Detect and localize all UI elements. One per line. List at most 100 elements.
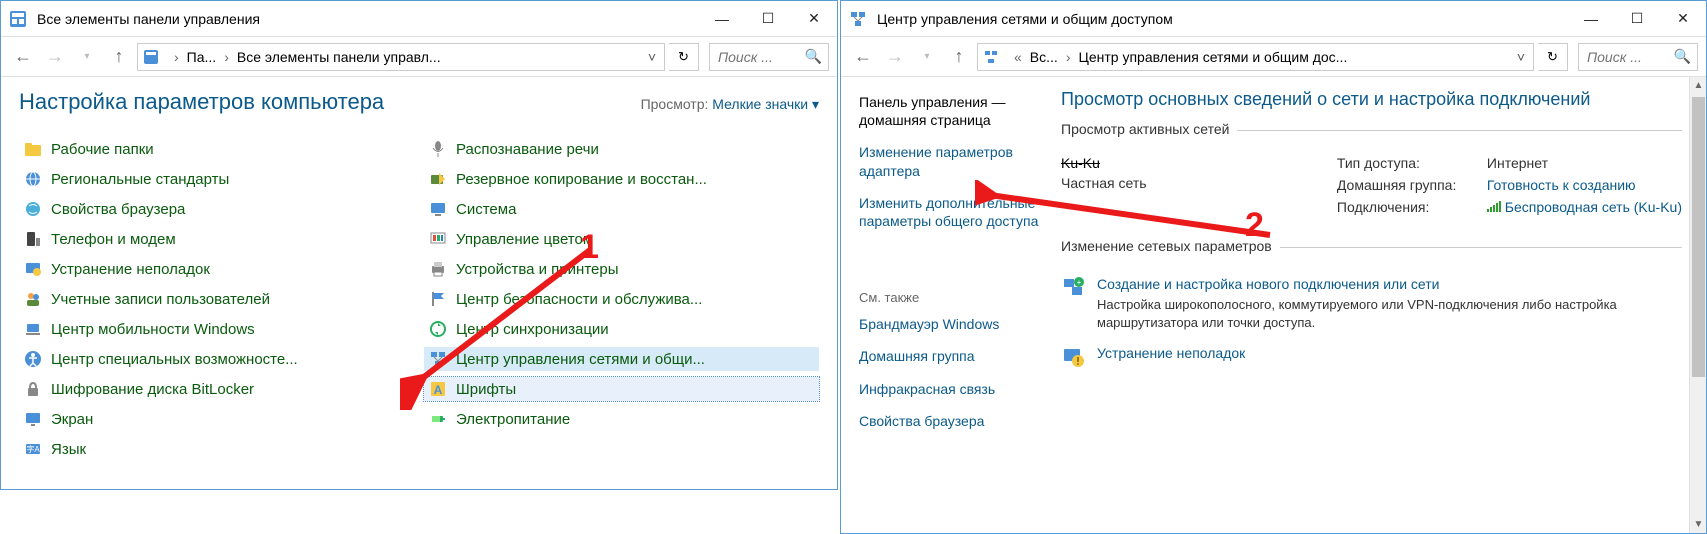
task-title: Создание и настройка нового подключения …	[1097, 276, 1682, 292]
access-type-value: Интернет	[1487, 155, 1548, 171]
task-new-connection[interactable]: + Создание и настройка нового подключени…	[1061, 276, 1682, 331]
mobility-icon	[23, 319, 43, 339]
breadcrumb-1[interactable]: Вс...	[1026, 49, 1062, 65]
cp-item-fonts[interactable]: AШрифты	[424, 377, 819, 401]
breadcrumb-2[interactable]: Центр управления сетями и общим дос...	[1074, 49, 1351, 65]
sidebar-home[interactable]: Панель управления — домашняя страница	[859, 93, 1039, 129]
address-dropdown[interactable]: ˅	[1513, 49, 1529, 65]
cp-item-troubleshoot[interactable]: Устранение неполадок	[19, 257, 414, 281]
breadcrumb-sep: «	[1012, 49, 1024, 65]
accessibility-icon	[23, 349, 43, 369]
cp-item-network-sharing[interactable]: Центр управления сетями и общи...	[424, 347, 819, 371]
active-networks-section: Просмотр активных сетей Ku-Ku Частная се…	[1061, 130, 1682, 221]
sidebar: Панель управления — домашняя страница Из…	[841, 77, 1051, 533]
scrollbar-thumb[interactable]	[1692, 97, 1705, 377]
task-troubleshoot[interactable]: Устранение неполадок	[1061, 345, 1682, 369]
forward-button[interactable]: →	[881, 43, 909, 71]
up-button[interactable]: ↑	[945, 43, 973, 71]
backup-icon	[428, 169, 448, 189]
close-button[interactable]: ✕	[1660, 1, 1706, 36]
close-button[interactable]: ✕	[791, 1, 837, 36]
cp-item-accessibility[interactable]: Центр специальных возможносте...	[19, 347, 414, 371]
search-icon: 🔍	[1674, 48, 1691, 65]
recent-dropdown[interactable]: ▾	[913, 43, 941, 71]
svg-text:字A: 字A	[26, 444, 40, 454]
minimize-button[interactable]: —	[699, 1, 745, 36]
up-button[interactable]: ↑	[105, 43, 133, 71]
annotation-number-1: 1	[580, 228, 599, 267]
cp-item-devices-printers[interactable]: Устройства и принтеры	[424, 257, 819, 281]
cp-item-bitlocker[interactable]: Шифрование диска BitLocker	[19, 377, 414, 401]
cp-item-work-folders[interactable]: Рабочие папки	[19, 137, 414, 161]
cp-item-language[interactable]: 字AЯзык	[19, 437, 414, 461]
cp-item-speech[interactable]: Распознавание речи	[424, 137, 819, 161]
maximize-button[interactable]: ☐	[1614, 1, 1660, 36]
view-label: Просмотр:	[641, 96, 709, 112]
sidebar-browser-props[interactable]: Свойства браузера	[859, 412, 1039, 430]
search-box[interactable]: 🔍	[709, 43, 829, 71]
sidebar-adapter-settings[interactable]: Изменение параметров адаптера	[859, 143, 1039, 179]
connections-label: Подключения:	[1337, 199, 1467, 215]
address-bar[interactable]: « Вс... › Центр управления сетями и общи…	[977, 43, 1534, 71]
task-title: Устранение неполадок	[1097, 345, 1245, 361]
annotation-number-2: 2	[1245, 206, 1264, 245]
search-box[interactable]: 🔍	[1578, 43, 1698, 71]
internet-icon	[23, 199, 43, 219]
maximize-button[interactable]: ☐	[745, 1, 791, 36]
troubleshoot-icon	[1061, 345, 1085, 369]
toolbar: ← → ▾ ↑ › Па... › Все элементы панели уп…	[1, 37, 837, 77]
back-button[interactable]: ←	[849, 43, 877, 71]
connections-value[interactable]: Беспроводная сеть (Ku-Ku)	[1487, 199, 1682, 215]
window-title: Центр управления сетями и общим доступом	[877, 11, 1568, 27]
cp-item-display[interactable]: Экран	[19, 407, 414, 431]
homegroup-value[interactable]: Готовность к созданию	[1487, 177, 1636, 193]
users-icon	[23, 289, 43, 309]
titlebar: Все элементы панели управления — ☐ ✕	[1, 1, 837, 37]
view-mode-dropdown[interactable]: Мелкие значки ▾	[712, 96, 819, 112]
cp-item-security-center[interactable]: Центр безопасности и обслужива...	[424, 287, 819, 311]
display-icon	[23, 409, 43, 429]
search-input[interactable]	[1585, 48, 1668, 66]
breadcrumb-2[interactable]: Все элементы панели управл...	[233, 49, 445, 65]
sidebar-infrared[interactable]: Инфракрасная связь	[859, 380, 1039, 398]
cp-item-internet-options[interactable]: Свойства браузера	[19, 197, 414, 221]
control-panel-window: Все элементы панели управления — ☐ ✕ ← →…	[0, 0, 838, 490]
scroll-up-button[interactable]: ▲	[1690, 77, 1706, 94]
cp-item-sync-center[interactable]: Центр синхронизации	[424, 317, 819, 341]
cp-item-system[interactable]: Система	[424, 197, 819, 221]
refresh-button[interactable]: ↻	[1538, 43, 1568, 71]
vertical-scrollbar[interactable]: ▲ ▼	[1689, 77, 1706, 533]
address-bar[interactable]: › Па... › Все элементы панели управл... …	[137, 43, 665, 71]
refresh-button[interactable]: ↻	[669, 43, 699, 71]
scroll-down-button[interactable]: ▼	[1690, 516, 1706, 533]
wrench-icon	[23, 259, 43, 279]
recent-dropdown[interactable]: ▾	[73, 43, 101, 71]
cp-item-phone-modem[interactable]: Телефон и модем	[19, 227, 414, 251]
svg-text:A: A	[434, 383, 443, 397]
cp-item-region[interactable]: Региональные стандарты	[19, 167, 414, 191]
main-pane: Просмотр основных сведений о сети и наст…	[1051, 77, 1706, 533]
sidebar-sharing-settings[interactable]: Изменить дополнительные параметры общего…	[859, 194, 1039, 230]
address-dropdown[interactable]: ˅	[644, 49, 660, 65]
address-icon	[982, 48, 1000, 66]
network-type: Частная сеть	[1061, 175, 1147, 191]
fonts-icon: A	[428, 379, 448, 399]
color-icon	[428, 229, 448, 249]
forward-button[interactable]: →	[41, 43, 69, 71]
cp-item-color[interactable]: Управление цветом	[424, 227, 819, 251]
cp-item-user-accounts[interactable]: Учетные записи пользователей	[19, 287, 414, 311]
sidebar-firewall[interactable]: Брандмауэр Windows	[859, 315, 1039, 333]
search-input[interactable]	[716, 48, 799, 66]
breadcrumb-1[interactable]: Па...	[183, 49, 221, 65]
window-title: Все элементы панели управления	[37, 11, 699, 27]
sidebar-homegroup[interactable]: Домашняя группа	[859, 347, 1039, 365]
cp-item-mobility-center[interactable]: Центр мобильности Windows	[19, 317, 414, 341]
cp-item-backup[interactable]: Резервное копирование и восстан...	[424, 167, 819, 191]
minimize-button[interactable]: —	[1568, 1, 1614, 36]
back-button[interactable]: ←	[9, 43, 37, 71]
network-center-window: Центр управления сетями и общим доступом…	[840, 0, 1707, 534]
folder-icon	[23, 139, 43, 159]
breadcrumb-sep: ›	[1064, 49, 1073, 65]
power-icon	[428, 409, 448, 429]
cp-item-power[interactable]: Электропитание	[424, 407, 819, 431]
